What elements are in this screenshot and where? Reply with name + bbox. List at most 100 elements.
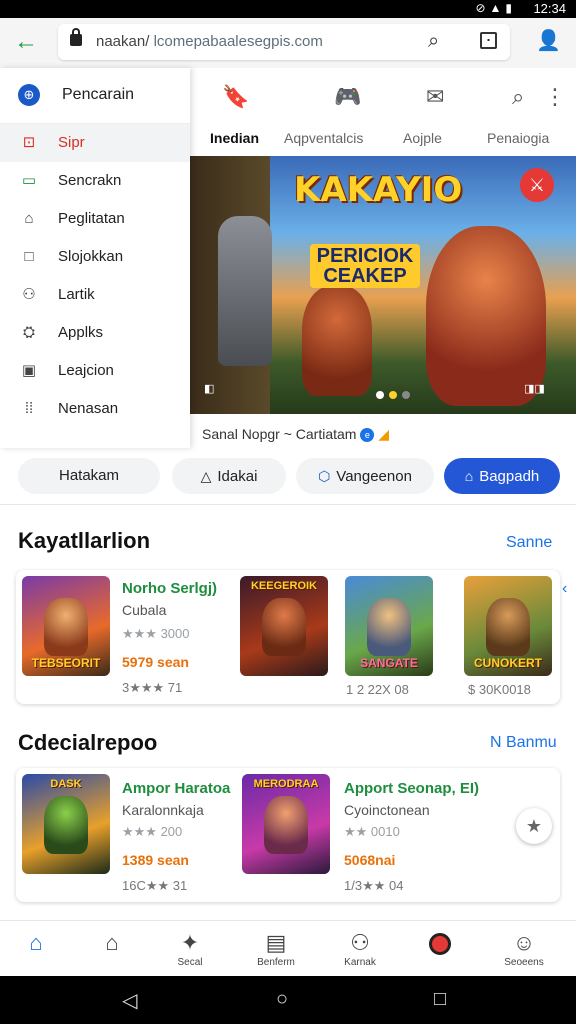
home-icon: ⌂	[24, 210, 34, 227]
chevron-left-icon[interactable]: ‹	[562, 580, 567, 598]
section-title: Kayatllarlion	[18, 528, 151, 553]
system-back-icon[interactable]: ◁	[122, 988, 137, 1013]
drawer-item-label: Sencrakn	[58, 172, 122, 189]
url-text[interactable]: naakan/ lcomepabaalesegpis.com	[96, 33, 323, 50]
chip-label: Hatakam	[58, 467, 120, 484]
app-price: 1389 sean	[122, 852, 189, 868]
store-icon: ⊡	[22, 134, 36, 151]
app-developer: Cubala	[122, 602, 167, 618]
address-bar[interactable]: naakan/ lcomepabaalesegpis.com ⌕ ⬝	[58, 24, 510, 60]
nav-benferm[interactable]: ▤ Benferm	[240, 921, 312, 977]
banner-robot-art	[218, 216, 272, 366]
nav-karnak[interactable]: ⚇ Karnak	[324, 921, 396, 977]
more-vert-icon[interactable]: ⋮	[544, 84, 566, 110]
account-icon[interactable]: 👤	[536, 28, 561, 53]
nav-seoeens[interactable]: ☺ Seoeens	[488, 921, 560, 977]
status-time: 12:34	[533, 1, 566, 16]
banner-hero-art	[302, 286, 372, 396]
system-home-icon[interactable]: ○	[276, 988, 288, 1011]
banner-next-icon[interactable]: ◨◨	[524, 382, 545, 395]
app-footer: 1/3★★ 04	[344, 878, 404, 893]
back-arrow-icon[interactable]: ←	[14, 28, 38, 56]
app-name[interactable]: Ampor Haratoa	[122, 780, 230, 797]
carousel-dot[interactable]	[376, 391, 384, 399]
drawer-item-sencrakn[interactable]: ▭ Sencrakn	[0, 162, 190, 200]
app-name[interactable]: Apport Seonap, EI)	[344, 780, 479, 797]
app-card[interactable]: TEBSEORIT Norho Serlgj) Cubala ★★★ 3000 …	[16, 570, 560, 704]
drawer-item-applks[interactable]: ⛭ Applks	[0, 314, 190, 352]
drawer-item-label: Leajcion	[58, 362, 114, 379]
drawer-item-leajcion[interactable]: ▣ Leajcion	[0, 352, 190, 390]
tab-label[interactable]: Inedian	[210, 130, 259, 146]
drawer-header[interactable]: ⊕ Pencarain	[0, 68, 190, 124]
drawer-item-lartik[interactable]: ⚇ Lartik	[0, 276, 190, 314]
book-icon: ▤	[265, 930, 287, 955]
drawer-item-slojokkan[interactable]: □ Slojokkan	[0, 238, 190, 276]
thumbnail-label: SANGATE	[360, 656, 418, 670]
shield-icon: ⬡	[318, 468, 331, 484]
thumbnail-label: CUNOKERT	[474, 656, 542, 670]
navigation-drawer: ⊕ Pencarain ⊡ Sipr ▭ Sencrakn ⌂ Peglitatan □ Sl…	[0, 68, 190, 448]
drawer-item-label: Slojokkan	[58, 248, 124, 265]
nav-home-outline[interactable]: ⌂	[76, 921, 148, 977]
nav-home[interactable]: ⌂	[0, 921, 72, 977]
list-icon: ▭	[21, 172, 37, 189]
tab-label[interactable]: Aqpventalcis	[284, 130, 363, 146]
drawer-item-nenasan[interactable]: ⁞⁞ Nenasan	[0, 390, 190, 428]
banner-prev-icon[interactable]: ◧	[204, 382, 214, 395]
search-icon[interactable]: ⌕	[428, 30, 439, 53]
drawer-item-peglitatan[interactable]: ⌂ Peglitatan	[0, 200, 190, 238]
bookmark-icon[interactable]: 🔖	[222, 84, 249, 110]
game-badge-icon: ⚔	[520, 168, 554, 202]
chip-hatakam[interactable]: Hatakam	[18, 458, 160, 494]
chip-label: Idakai	[217, 468, 258, 485]
tab-label[interactable]: Penaiogia	[487, 130, 549, 146]
thumbnail-art	[367, 598, 411, 656]
app-developer: Cyoinctonean	[344, 802, 430, 818]
chip-vangeenon[interactable]: ⬡ Vangeenon	[296, 458, 434, 494]
app-thumbnail[interactable]: MERODRAA	[242, 774, 330, 874]
thumbnail-art	[486, 598, 530, 656]
drawer-item-label: Peglitatan	[58, 210, 125, 227]
app-thumbnail[interactable]: DASK	[22, 774, 110, 874]
search-icon[interactable]: ⌕	[512, 84, 524, 110]
app-thumbnail[interactable]: KEEGEROIK	[240, 576, 328, 676]
app-rating: ★★★ 200	[122, 824, 183, 839]
home-filled-icon: ⌂	[29, 930, 43, 955]
star-icon[interactable]: ★	[516, 808, 552, 844]
browser-toolbar: ← naakan/ lcomepabaalesegpis.com ⌕ ⬝ 👤	[0, 18, 576, 68]
carousel-dot[interactable]	[402, 391, 410, 399]
nav-secal[interactable]: ✦ Secal	[154, 921, 226, 977]
thumbnail-art	[44, 796, 88, 854]
see-all-link[interactable]: Sanne	[506, 534, 552, 552]
app-price: 5068nai	[344, 852, 396, 868]
thumbnail-label: TEBSEORIT	[31, 656, 101, 670]
banner-title: KAKAYIO	[294, 170, 463, 210]
app-thumbnail[interactable]: TEBSEORIT	[22, 576, 110, 676]
library-icon: ▣	[21, 362, 37, 379]
system-recents-icon[interactable]: □	[434, 988, 446, 1011]
chip-bagpadh[interactable]: ⌂ Bagpadh	[444, 458, 560, 494]
see-more-link[interactable]: N Banmu	[490, 734, 557, 752]
banner-caption-text: Sanal Nopgr ~ Cartiatam	[202, 426, 357, 442]
tab-label[interactable]: Aojple	[403, 130, 442, 146]
app-footer: 16C★★ 31	[122, 878, 188, 893]
app-thumbnail[interactable]: SANGATE	[345, 576, 433, 676]
info-badge-icon: e	[360, 428, 375, 443]
house-icon: ⌂	[464, 468, 474, 484]
nav-record[interactable]	[404, 921, 476, 977]
chip-idakai[interactable]: △ Idakai	[172, 458, 286, 494]
app-name[interactable]: Norho Serlgj)	[122, 580, 217, 597]
featured-banner[interactable]: KAKAYIO PERICIOK CEAKEP ⚔ ◧ ◨◨	[190, 156, 576, 414]
mail-icon[interactable]: ✉	[426, 84, 444, 110]
gamepad-icon[interactable]: 🎮	[334, 84, 361, 110]
carousel-dots[interactable]	[376, 386, 415, 404]
banner-subtitle: PERICIOK CEAKEP	[310, 244, 420, 288]
app-thumbnail[interactable]: CUNOKERT	[464, 576, 552, 676]
app-card[interactable]: DASK Ampor Haratoa Karalonnkaja ★★★ 200 …	[16, 768, 560, 902]
drawer-item-sipr[interactable]: ⊡ Sipr	[0, 124, 190, 162]
carousel-dot[interactable]	[389, 391, 397, 399]
section-title: Cdecialrepoo	[18, 730, 158, 755]
tabs-icon[interactable]: ⬝	[480, 32, 497, 49]
app-footer: 3★★★ 71	[122, 680, 183, 695]
